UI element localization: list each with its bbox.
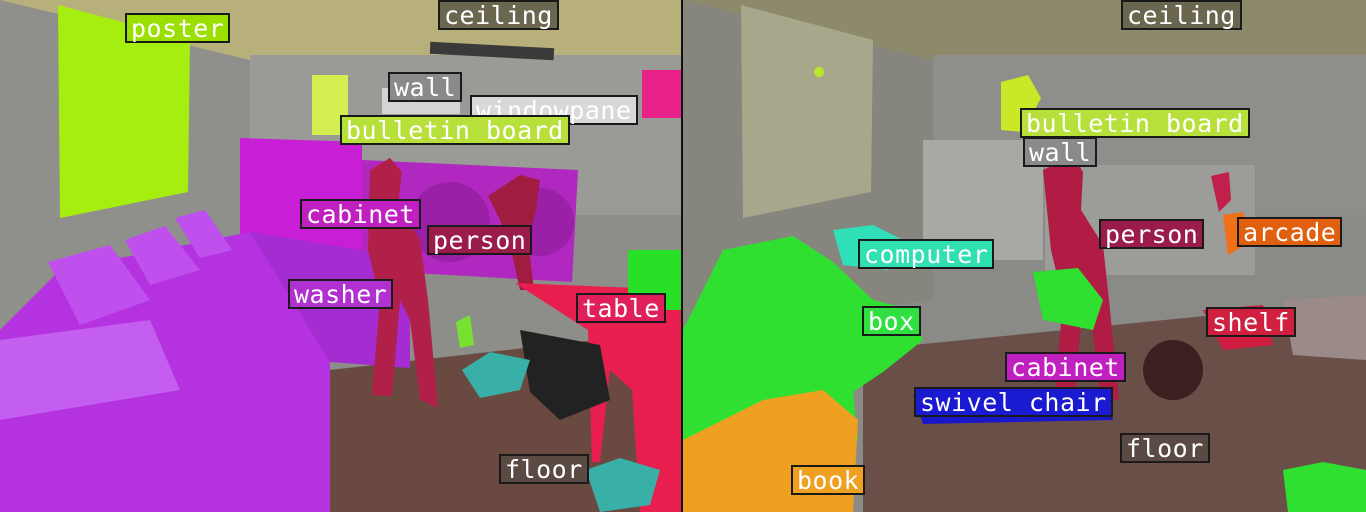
label-floor: floor — [499, 454, 589, 484]
left-scene — [0, 0, 683, 512]
segmentation-panel-right: ceiling bulletin board wall person arcad… — [683, 0, 1366, 512]
label-ceiling: ceiling — [1121, 0, 1242, 30]
label-washer: washer — [288, 279, 394, 309]
label-bulletin-board: bulletin board — [1020, 108, 1250, 138]
poster-faded — [741, 5, 873, 218]
label-cabinet: cabinet — [1005, 352, 1126, 382]
label-book: book — [791, 465, 866, 495]
label-box: box — [862, 306, 921, 336]
label-person: person — [1099, 219, 1205, 249]
green-object — [456, 315, 474, 348]
label-table: table — [576, 293, 666, 323]
label-bulletin-board: bulletin board — [340, 115, 570, 145]
sign-region — [642, 70, 683, 118]
bulletin-dot — [814, 67, 824, 77]
label-shelf: shelf — [1206, 307, 1296, 337]
label-poster: poster — [125, 13, 231, 43]
label-computer: computer — [858, 239, 995, 269]
box-region-3 — [1283, 462, 1366, 512]
label-arcade: arcade — [1237, 217, 1343, 247]
label-cabinet: cabinet — [300, 199, 421, 229]
dark-object — [1143, 340, 1203, 400]
label-swivel-chair: swivel chair — [914, 387, 1113, 417]
label-floor: floor — [1120, 433, 1210, 463]
label-wall: wall — [388, 72, 463, 102]
label-person: person — [427, 225, 533, 255]
label-ceiling: ceiling — [438, 0, 559, 30]
label-wall: wall — [1023, 137, 1098, 167]
right-scene — [683, 0, 1366, 512]
segmentation-panel-left: poster ceiling wall windowpane bulletin … — [0, 0, 683, 512]
